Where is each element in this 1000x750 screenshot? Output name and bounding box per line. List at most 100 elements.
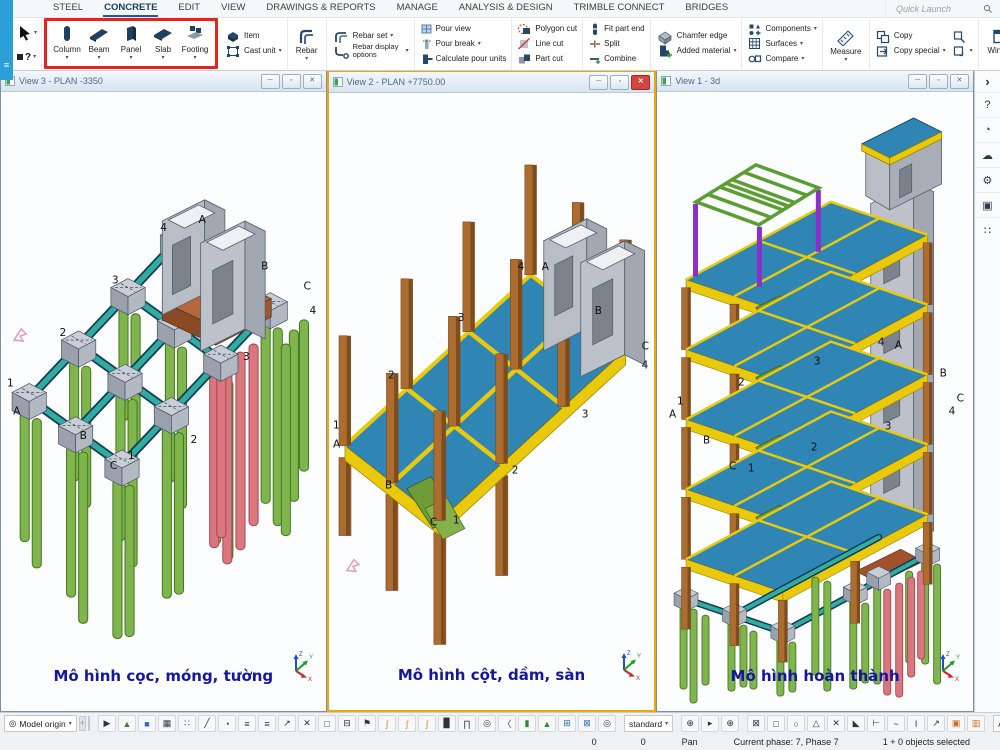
- snap-toolbar-icon[interactable]: I: [907, 715, 925, 732]
- close-button[interactable]: ✕: [950, 74, 969, 89]
- select-tool-button[interactable]: ▾: [17, 25, 37, 41]
- model-icon[interactable]: ▣: [975, 193, 1000, 218]
- pour-break-button[interactable]: Pour break ▾: [418, 36, 509, 51]
- tab-drawings-reports[interactable]: DRAWINGS & REPORTS: [265, 0, 376, 17]
- line-cut-button[interactable]: Line cut: [515, 36, 579, 51]
- split-button[interactable]: Split: [586, 36, 646, 51]
- components-pane-icon[interactable]: ∷: [975, 218, 1000, 242]
- combine-button[interactable]: Combine: [586, 51, 646, 66]
- selection-toolbar-icon[interactable]: ■: [138, 715, 156, 732]
- polygon-cut-button[interactable]: Polygon cut: [515, 21, 579, 36]
- snap-toolbar-icon[interactable]: ▥: [967, 715, 985, 732]
- restore-button[interactable]: ▫: [610, 75, 629, 90]
- restore-button[interactable]: ▫: [282, 74, 301, 89]
- close-button[interactable]: ✕: [631, 75, 650, 90]
- selection-toolbar-icon[interactable]: ʃ: [398, 715, 416, 732]
- measure-button[interactable]: Measure ▾: [826, 24, 866, 63]
- selection-toolbar-icon[interactable]: ⊟: [338, 715, 356, 732]
- snap-toolbar-icon[interactable]: ✕: [827, 715, 845, 732]
- restore-button[interactable]: ▫: [929, 74, 948, 89]
- snap-toolbar-icon[interactable]: △: [807, 715, 825, 732]
- view2-canvas[interactable]: 1A 23 4A BC 43 2B C1 Mô hình cột, dầm, s…: [329, 93, 655, 710]
- minimize-button[interactable]: ─: [261, 74, 280, 89]
- item-button[interactable]: Item: [223, 29, 284, 44]
- tab-view[interactable]: VIEW: [220, 0, 246, 17]
- selection-toolbar-icon[interactable]: ◔: [218, 715, 236, 732]
- fit-part-end-button[interactable]: Fit part end: [586, 21, 646, 36]
- selection-toolbar-icon[interactable]: ◎: [598, 715, 616, 732]
- snap-toolbar-icon[interactable]: ~: [887, 715, 905, 732]
- selection-toolbar-icon[interactable]: ∏: [458, 715, 476, 732]
- copy-special-button[interactable]: Copy special ▾: [873, 44, 948, 59]
- selection-toolbar-icon[interactable]: ⚑: [358, 715, 376, 732]
- chamfer-edge-button[interactable]: Chamfer edge: [654, 29, 739, 44]
- view3-canvas[interactable]: 1A 23 4A BC 43 2B C1 Mô hình cọc, móng, …: [1, 92, 326, 711]
- selection-toolbar-icon[interactable]: ▲: [118, 715, 136, 732]
- view3-titlebar[interactable]: View 3 - PLAN -3350 ─ ▫ ✕: [1, 71, 326, 92]
- tab-analysis-design[interactable]: ANALYSIS & DESIGN: [458, 0, 554, 17]
- snap-toolbar-icon[interactable]: ⊠: [747, 715, 765, 732]
- snap-toolbar-icon[interactable]: ⊢: [867, 715, 885, 732]
- move-special-button[interactable]: ▾: [950, 44, 975, 59]
- add-workplane-button[interactable]: +: [79, 716, 86, 731]
- panel-tool-button[interactable]: Panel ▾: [115, 22, 147, 65]
- copy-button[interactable]: Copy: [873, 29, 948, 44]
- selection-toolbar-icon[interactable]: ʃ: [418, 715, 436, 732]
- selection-toolbar-icon[interactable]: ▲: [538, 715, 556, 732]
- cloud-icon[interactable]: ☁: [975, 143, 1000, 168]
- selection-toolbar-icon[interactable]: ∷: [178, 715, 196, 732]
- structure-model-scene[interactable]: 1A 23 4A BC 43 2B C1: [329, 93, 655, 710]
- selection-toolbar-icon[interactable]: 〈: [498, 715, 516, 732]
- hamburger-icon[interactable]: ≡: [4, 60, 9, 70]
- cast-unit-button[interactable]: Cast unit ▾: [223, 44, 284, 59]
- selection-toolbar-icon[interactable]: ▶: [98, 715, 116, 732]
- selection-toolbar-icon[interactable]: ▮: [518, 715, 536, 732]
- beam-tool-button[interactable]: Beam ▾: [83, 22, 115, 65]
- selection-toolbar-icon[interactable]: ⊞: [558, 715, 576, 732]
- window-button[interactable]: Window ▾: [982, 26, 1000, 62]
- snap-toolbar-icon[interactable]: □: [767, 715, 785, 732]
- inquire-tool-button[interactable]: ? ▾: [17, 52, 37, 63]
- minimize-button[interactable]: ─: [589, 75, 608, 90]
- selection-toolbar-icon[interactable]: ▦: [158, 715, 176, 732]
- added-material-button[interactable]: Added material ▾: [654, 44, 739, 59]
- selection-toolbar-icon[interactable]: ⊠: [578, 715, 596, 732]
- snap-override-icon[interactable]: ⊕: [681, 715, 699, 732]
- snap-toolbar-icon[interactable]: ◣: [847, 715, 865, 732]
- settings-icon[interactable]: ⚙: [975, 168, 1000, 193]
- tab-steel[interactable]: STEEL: [52, 0, 84, 17]
- compare-button[interactable]: Compare ▾: [745, 51, 818, 66]
- snap-toolbar-icon[interactable]: ▣: [947, 715, 965, 732]
- tab-bridges[interactable]: BRIDGES: [684, 0, 729, 17]
- snap-toolbar-icon[interactable]: ○: [787, 715, 805, 732]
- workplane-toggle-button[interactable]: [88, 716, 90, 731]
- workplane-origin-dropdown[interactable]: ◎ Model origin ▾: [4, 715, 77, 732]
- foundation-model-scene[interactable]: 1A 23 4A BC 43 2B C1: [1, 92, 326, 711]
- selection-toolbar-icon[interactable]: □: [318, 715, 336, 732]
- tab-concrete[interactable]: CONCRETE: [103, 0, 158, 17]
- view2-titlebar[interactable]: View 2 - PLAN +7750.00 ─ ▫ ✕: [329, 72, 655, 93]
- pour-view-button[interactable]: Pour view: [418, 21, 509, 36]
- rebar-display-options-button[interactable]: Rebar display options ▾: [330, 44, 411, 59]
- quick-launch-input[interactable]: Quick Launch: [885, 0, 1000, 17]
- selection-toolbar-icon[interactable]: ╱: [198, 715, 216, 732]
- tab-trimble-connect[interactable]: TRIMBLE CONNECT: [573, 0, 666, 17]
- complete-model-scene[interactable]: 4A 32 B1 AC 43 B2 C1: [657, 92, 973, 711]
- minimize-button[interactable]: ─: [908, 74, 927, 89]
- expand-pane-button[interactable]: ›: [975, 70, 1000, 93]
- part-cut-button[interactable]: Part cut: [515, 51, 579, 66]
- selection-toolbar-icon[interactable]: ≡: [238, 715, 256, 732]
- slab-tool-button[interactable]: Slab ▾: [147, 22, 179, 65]
- selection-toolbar-icon[interactable]: ▉: [438, 715, 456, 732]
- footing-tool-button[interactable]: Footing ▾: [179, 22, 211, 65]
- column-tool-button[interactable]: Column ▾: [51, 22, 83, 65]
- view1-canvas[interactable]: 4A 32 B1 AC 43 B2 C1 Mô hình hoàn thành …: [657, 92, 973, 711]
- selection-toolbar-icon[interactable]: ↗: [278, 715, 296, 732]
- snap-override-icon[interactable]: ⊕: [721, 715, 739, 732]
- selection-toolbar-icon[interactable]: ✕: [298, 715, 316, 732]
- close-button[interactable]: ✕: [303, 74, 322, 89]
- tab-edit[interactable]: EDIT: [177, 0, 201, 17]
- snap-cursor-icon[interactable]: ▸: [701, 715, 719, 732]
- applications-icon[interactable]: ?: [975, 93, 1000, 118]
- selection-toolbar-icon[interactable]: ◎: [478, 715, 496, 732]
